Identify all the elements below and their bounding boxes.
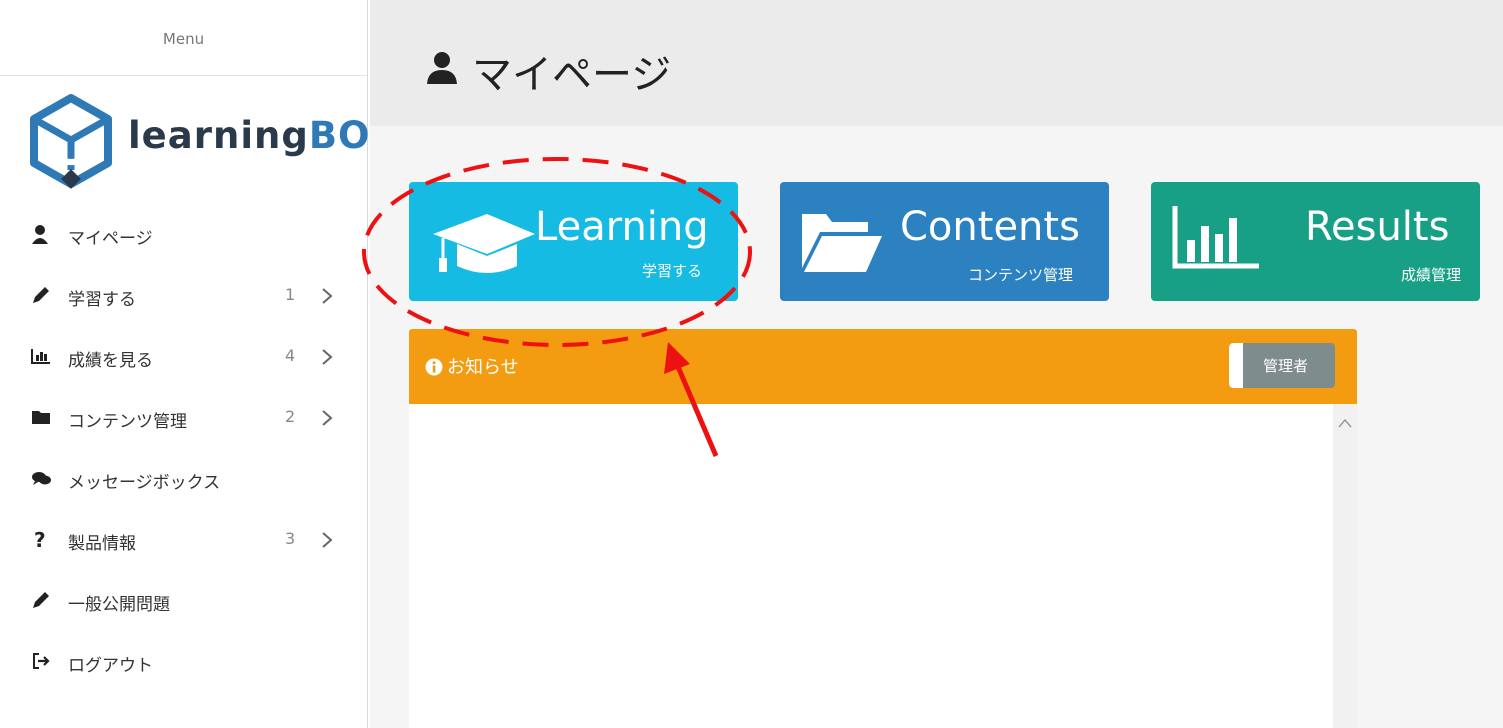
results-tile-button[interactable]: Results 成績管理 [1151,182,1480,301]
sidebar-item-label: 成績を見る [68,351,153,371]
sidebar-item-label: 製品情報 [68,534,136,554]
sidebar-item-label: 学習する [68,290,136,310]
pencil-icon [33,592,49,608]
item-count: 4 [285,346,296,365]
tile-subtitle: コンテンツ管理 [968,266,1074,284]
comments-icon [32,472,51,485]
learningbox-logo[interactable]: learningBOX [26,92,398,192]
item-count: 2 [285,407,296,426]
sidebar-item-label: マイページ [68,229,153,249]
chevron-right-icon [322,532,333,548]
sidebar-item-label: ログアウト [68,656,153,676]
learning-tile-button[interactable]: Learning 学習する [409,182,738,301]
chevron-right-icon [322,288,333,304]
logo-cube-icon [30,94,112,189]
notice-scrollbar[interactable] [1333,404,1357,728]
sidebar-item-label: 一般公開問題 [68,595,170,615]
sidebar-item-results[interactable]: 成績を見る 4 [0,327,368,388]
question-icon: ? [34,528,46,551]
folder-icon [32,411,50,424]
sidebar-item-learn[interactable]: 学習する 1 [0,266,368,327]
sidebar-item-public-questions[interactable]: 一般公開問題 [0,571,368,632]
admin-label: 管理者 [1263,357,1309,375]
item-count: 3 [285,529,296,548]
notice-title: お知らせ [447,357,519,378]
graduation-cap-icon [433,214,535,273]
notice-body [409,404,1357,728]
sidebar-item-product-info[interactable]: ? 製品情報 3 [0,510,368,571]
tile-subtitle: 学習する [642,262,703,280]
toggle-handle [1229,343,1243,388]
notice-panel: お知らせ 管理者 [409,329,1357,728]
tile-title: Results [1305,204,1450,250]
sidebar-item-mypage[interactable]: マイページ [0,205,368,266]
sidebar-item-contents[interactable]: コンテンツ管理 2 [0,388,368,449]
tile-subtitle: 成績管理 [1401,266,1462,284]
svg-text:?: ? [34,528,46,551]
user-icon [427,52,457,84]
sidebar: Menu learningBOX マイページ 学習する 1 成績を見る 4 コン… [0,0,398,728]
page-title: マイページ [472,52,672,98]
chevron-right-icon [322,410,333,426]
logo-text: learningBOX [128,114,399,157]
tile-title: Contents [900,204,1080,250]
notice-header: お知らせ 管理者 [409,329,1357,404]
chevron-up-icon[interactable] [1337,418,1353,428]
user-icon [32,225,48,244]
sidebar-nav: マイページ 学習する 1 成績を見る 4 コンテンツ管理 2 メッセージボックス… [0,205,368,693]
bar-chart-icon [31,349,50,364]
menu-title: Menu [0,0,367,76]
tile-title: Learning [535,204,709,250]
sidebar-item-label: コンテンツ管理 [68,412,187,432]
bar-chart-icon [1172,206,1259,269]
sign-out-icon [33,653,50,669]
info-circle-icon [425,358,443,376]
sidebar-item-label: メッセージボックス [68,473,221,493]
item-count: 1 [285,285,296,304]
admin-toggle[interactable]: 管理者 [1229,343,1335,388]
page-header: マイページ [370,0,1503,126]
chevron-right-icon [322,349,333,365]
contents-tile-button[interactable]: Contents コンテンツ管理 [780,182,1109,301]
sidebar-item-logout[interactable]: ログアウト [0,632,368,693]
sidebar-item-messagebox[interactable]: メッセージボックス [0,449,368,510]
folder-open-icon [802,214,882,272]
pencil-icon [33,287,49,303]
